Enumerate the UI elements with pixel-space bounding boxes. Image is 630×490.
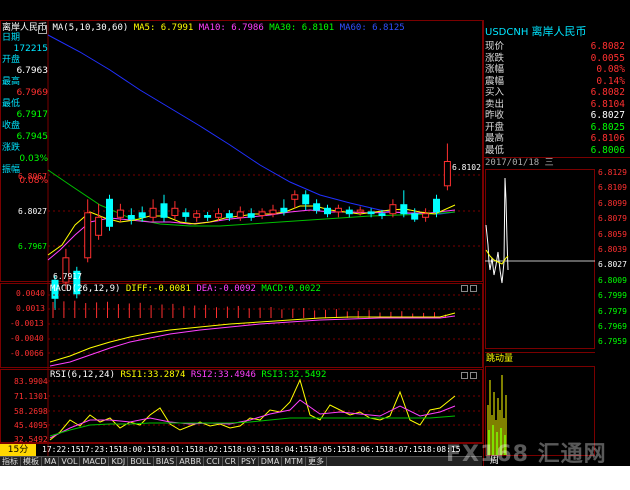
watermark-logo: FX168 汇通网 [446, 442, 607, 467]
bottom-strip [0, 466, 630, 490]
volume-svg [487, 375, 507, 455]
